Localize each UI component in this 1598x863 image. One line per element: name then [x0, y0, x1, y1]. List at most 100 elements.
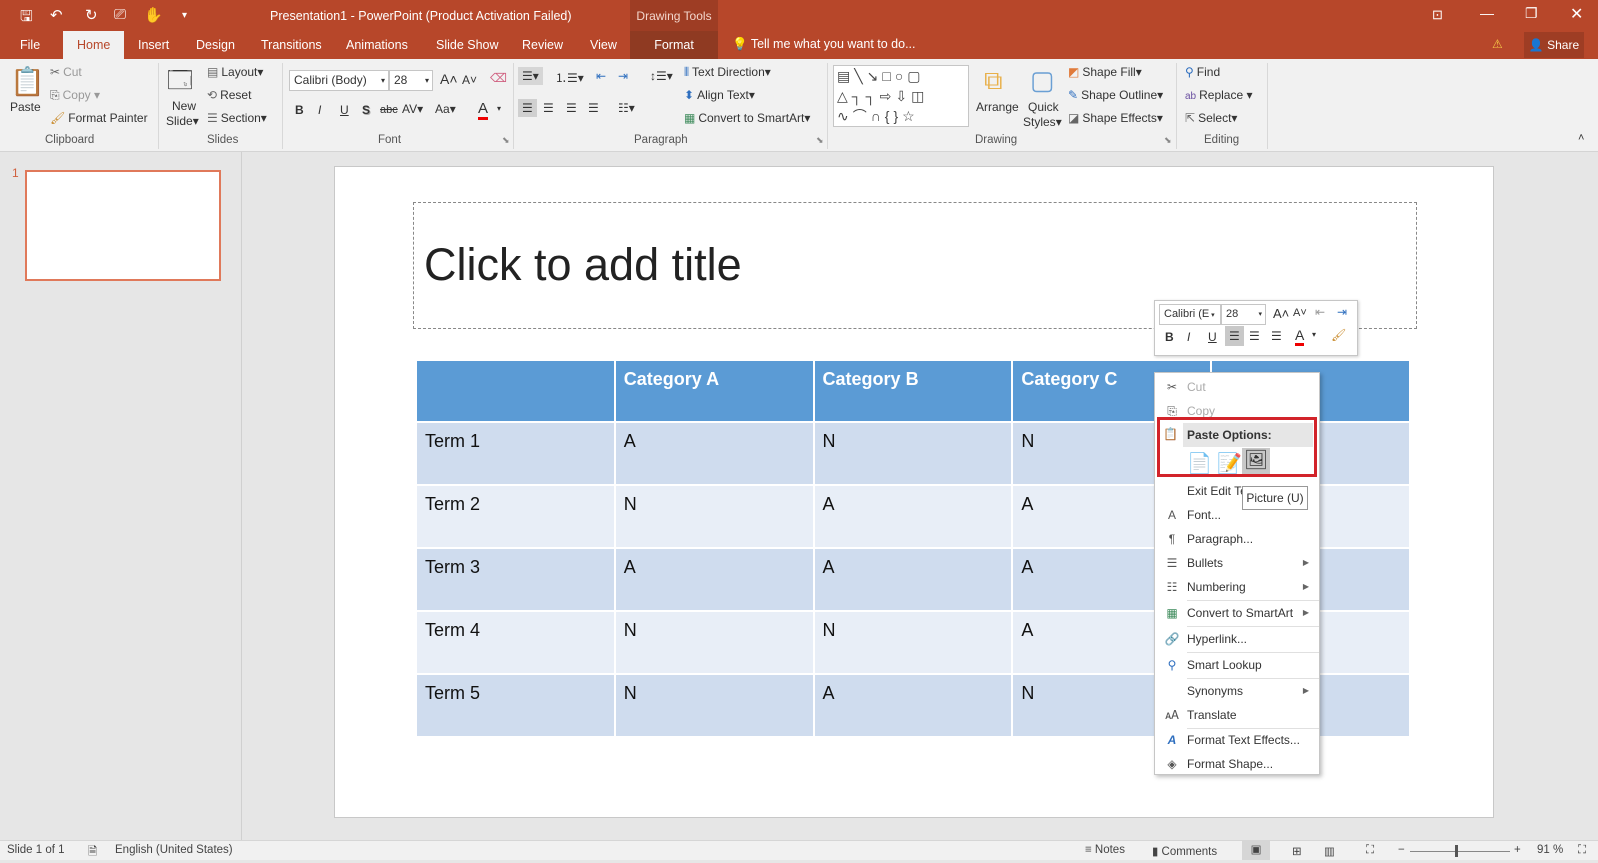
zoom-in-button[interactable]: + — [1514, 844, 1521, 856]
quick-styles-button[interactable]: Quick — [1028, 100, 1059, 114]
menu-item-smart-lookup[interactable]: ⚲ Smart Lookup — [1155, 653, 1319, 677]
share-button[interactable]: 👤 Share — [1524, 32, 1584, 58]
start-from-beginning-icon[interactable]: ⎚ — [114, 6, 126, 23]
justify-icon[interactable]: ☰ — [588, 101, 599, 115]
paste-button[interactable]: Paste — [10, 100, 41, 114]
mini-bold-button[interactable]: B — [1165, 330, 1174, 344]
font-color-button[interactable]: A — [478, 100, 489, 120]
zoom-out-button[interactable]: − — [1398, 844, 1405, 856]
copy-button[interactable]: ⎘ Copy ▾ — [50, 88, 100, 103]
table-cell[interactable]: Term 2 — [415, 484, 616, 549]
menu-item-convert-smartart[interactable]: ▦ Convert to SmartArt ▶ — [1155, 601, 1319, 625]
table-cell[interactable]: A — [812, 673, 1014, 738]
tab-file[interactable]: File — [8, 31, 52, 59]
decrease-indent-icon[interactable]: ⇤ — [596, 69, 606, 83]
arrange-icon[interactable]: ⧉ — [984, 65, 1003, 97]
font-size-combo[interactable]: 28 ▾ — [389, 70, 433, 91]
mini-align-right-icon[interactable]: ☰ — [1271, 329, 1282, 343]
bullets-button[interactable]: ☰▾ — [518, 67, 543, 85]
mini-underline-button[interactable]: U — [1208, 330, 1217, 344]
bold-button[interactable]: B — [295, 103, 304, 117]
spell-check-icon[interactable]: 🗎 — [88, 844, 97, 863]
quick-styles-dropdown[interactable]: Styles▾ — [1023, 115, 1062, 129]
table-cell[interactable]: N — [613, 484, 815, 549]
shrink-font-icon[interactable]: A˅ — [1293, 307, 1307, 319]
menu-item-numbering[interactable]: ☷ Numbering ▶ — [1155, 575, 1319, 599]
convert-smartart-button[interactable]: ▦ Convert to SmartArt▾ — [684, 111, 810, 125]
slide-canvas[interactable]: Click to add title Category A Category B… — [334, 166, 1494, 818]
line-spacing-icon[interactable]: ↕☰▾ — [650, 69, 673, 83]
align-center-icon[interactable]: ☰ — [543, 101, 554, 115]
mini-align-center-icon[interactable]: ☰ — [1249, 329, 1260, 343]
close-icon[interactable]: ✕ — [1570, 4, 1583, 24]
tab-slide-show[interactable]: Slide Show — [424, 31, 511, 59]
replace-button[interactable]: ab Replace ▾ — [1185, 88, 1253, 102]
drawing-dialog-launcher-icon[interactable]: ⬊ — [1164, 135, 1172, 146]
new-slide-icon[interactable]: 🗔 — [167, 63, 193, 104]
table-cell[interactable]: Term 3 — [415, 547, 616, 612]
find-button[interactable]: ⚲ Find — [1185, 65, 1220, 79]
table-cell[interactable]: A — [613, 547, 815, 612]
italic-button[interactable]: I — [318, 103, 321, 117]
clear-formatting-icon[interactable]: ⌫ — [490, 71, 507, 85]
shape-outline-button[interactable]: ✎ Shape Outline▾ — [1068, 88, 1163, 102]
tab-view[interactable]: View — [578, 31, 629, 59]
strikethrough-button[interactable]: abc — [380, 104, 398, 116]
section-button[interactable]: ☰ Section▾ — [207, 111, 267, 125]
menu-item-hyperlink[interactable]: 🔗 Hyperlink... — [1155, 627, 1319, 651]
touch-mode-icon[interactable]: ✋ — [144, 6, 163, 24]
tab-review[interactable]: Review — [510, 31, 575, 59]
menu-item-format-text-effects[interactable]: A Format Text Effects... — [1155, 728, 1319, 752]
table-cell[interactable]: N — [812, 421, 1014, 486]
zoom-slider-thumb[interactable] — [1455, 845, 1458, 857]
tab-format[interactable]: Format — [630, 31, 718, 59]
table-cell[interactable]: A — [613, 421, 815, 486]
increase-indent-icon[interactable]: ⇥ — [1337, 305, 1347, 319]
format-painter-icon[interactable]: 🖌 — [1331, 328, 1346, 342]
notes-button[interactable]: ≡ Notes — [1085, 844, 1125, 856]
comments-button[interactable]: ▮ Comments — [1152, 844, 1217, 858]
menu-item-format-shape[interactable]: ◈ Format Shape... — [1155, 752, 1319, 776]
header-cell[interactable] — [415, 359, 616, 423]
table-cell[interactable]: Term 4 — [415, 610, 616, 675]
new-slide-button[interactable]: New — [172, 99, 196, 113]
table-cell[interactable]: A — [812, 484, 1014, 549]
mini-size-combo[interactable]: 28 ▾ — [1221, 304, 1266, 325]
align-left-icon[interactable]: ☰ — [518, 99, 537, 117]
table-cell[interactable]: N — [613, 673, 815, 738]
cut-button[interactable]: ✂ Cut — [50, 65, 82, 79]
numbering-button[interactable]: ⒈☰▾ — [555, 69, 584, 86]
menu-item-bullets[interactable]: ☰ Bullets ▶ — [1155, 551, 1319, 575]
mini-font-color-button[interactable]: A — [1295, 327, 1305, 346]
customize-icon[interactable]: ▾ — [182, 10, 187, 21]
table-cell[interactable]: Term 5 — [415, 673, 616, 738]
grow-font-icon[interactable]: A˄ — [440, 71, 458, 87]
new-slide-dropdown[interactable]: Slide▾ — [166, 114, 199, 128]
character-spacing-button[interactable]: AV▾ — [402, 102, 423, 116]
table-cell[interactable]: N — [812, 610, 1014, 675]
format-painter-button[interactable]: 🖌 Format Painter — [50, 111, 148, 125]
undo-icon[interactable]: ↶ — [50, 6, 63, 24]
minimize-icon[interactable]: — — [1480, 5, 1494, 21]
zoom-level[interactable]: 91 % — [1537, 844, 1563, 856]
underline-button[interactable]: U — [340, 103, 349, 117]
increase-indent-icon[interactable]: ⇥ — [618, 69, 628, 83]
change-case-button[interactable]: Aa▾ — [435, 102, 456, 116]
font-color-dropdown[interactable]: ▾ — [497, 104, 501, 113]
table-cell[interactable]: Term 1 — [415, 421, 616, 486]
font-name-combo[interactable]: Calibri (Body) ▾ — [289, 70, 389, 91]
arrange-button[interactable]: Arrange — [976, 100, 1019, 114]
warning-icon[interactable]: ⚠ — [1492, 37, 1503, 51]
normal-view-icon[interactable]: ▣ — [1242, 841, 1270, 860]
tell-me-search[interactable]: 💡 Tell me what you want to do... — [732, 37, 916, 52]
fit-to-window-icon[interactable]: ⛶ — [1578, 844, 1586, 857]
redo-icon[interactable]: ↻ — [85, 6, 98, 24]
mini-align-left-icon[interactable]: ☰ — [1225, 326, 1244, 346]
slideshow-icon[interactable]: ⛶ — [1366, 844, 1374, 857]
save-icon[interactable]: 🖫 — [20, 6, 33, 31]
tab-design[interactable]: Design — [184, 31, 247, 59]
reset-button[interactable]: ⟲ Reset — [207, 88, 251, 102]
reading-view-icon[interactable]: ▥ — [1324, 844, 1335, 858]
shapes-gallery[interactable]: ▤╲↘□○▢ △┐┐⇨⇩◫ ∿⌒∩{}☆ — [833, 65, 969, 127]
paragraph-dialog-launcher-icon[interactable]: ⬊ — [816, 135, 824, 146]
